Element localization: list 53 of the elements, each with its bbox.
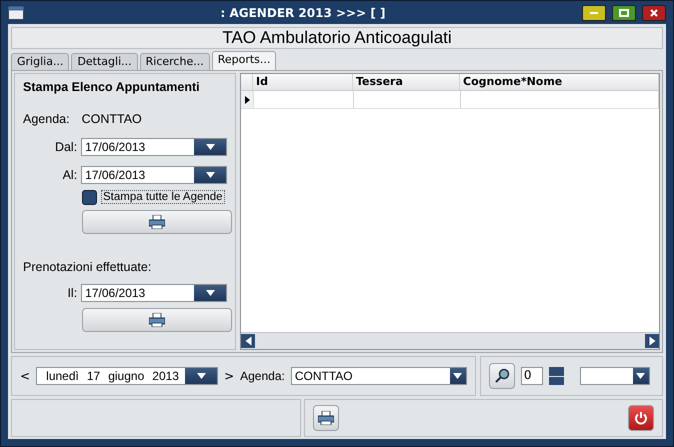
power-button[interactable] <box>628 405 654 431</box>
minimize-button[interactable] <box>582 4 606 20</box>
agenda-value: CONTTAO <box>82 112 142 126</box>
printer-icon <box>149 215 165 229</box>
checkbox-label: Stampa tutte le Agende <box>101 190 225 204</box>
caret-icon <box>196 373 206 379</box>
caret-icon <box>636 373 646 379</box>
panel-title: Stampa Elenco Appuntamenti <box>23 80 201 94</box>
close-button[interactable] <box>642 4 666 20</box>
search-button[interactable] <box>488 363 515 389</box>
minimize-icon <box>590 12 598 14</box>
maximize-button[interactable] <box>612 4 636 20</box>
spinner[interactable] <box>548 367 564 385</box>
next-button[interactable]: > <box>224 369 234 383</box>
search-icon <box>494 368 510 384</box>
horizontal-scrollbar[interactable] <box>241 332 659 349</box>
app-header: TAO Ambulatorio Anticoagulati <box>11 27 663 49</box>
caret-icon <box>206 144 214 150</box>
number-field[interactable]: 0 <box>520 367 543 385</box>
power-icon <box>634 411 648 425</box>
date-field[interactable]: 17/06/2013 <box>81 284 227 302</box>
to-label: Al: <box>62 168 78 182</box>
tab[interactable]: Ricerche... <box>140 53 210 70</box>
date-field[interactable]: 17/06/2013 <box>81 166 227 184</box>
date-label: Il: <box>66 286 78 300</box>
print-button[interactable] <box>313 405 339 431</box>
date-field[interactable]: 17/06/2013 <box>81 138 227 156</box>
dropdown[interactable] <box>580 367 650 385</box>
from-label: Dal: <box>54 140 78 154</box>
column-header[interactable]: Tessera <box>353 74 460 90</box>
previous-button[interactable]: < <box>20 369 30 383</box>
maximize-icon <box>619 8 629 16</box>
calendar-icon <box>8 6 24 20</box>
agenda-label: Agenda: <box>23 112 70 126</box>
agenda-label: Agenda: <box>240 369 285 383</box>
arrow-icon <box>649 336 655 346</box>
printer-icon <box>318 411 334 425</box>
date-field[interactable]: lunedì 17 giugno 2013 <box>36 367 218 385</box>
caret-icon <box>453 373 462 379</box>
tab[interactable]: Dettagli... <box>71 53 138 70</box>
printer-icon <box>149 313 165 327</box>
caret-icon <box>206 290 214 296</box>
checkbox[interactable] <box>82 190 97 204</box>
section-label: Prenotazioni effettuate: <box>23 260 152 274</box>
caret-icon <box>206 172 214 178</box>
window-title: : AGENDER 2013 >>> [ ] <box>220 6 386 20</box>
tab[interactable]: Griglia... <box>11 53 70 70</box>
arrow-icon <box>245 336 251 346</box>
column-header[interactable]: Cognome*Nome <box>460 74 659 90</box>
column-header[interactable]: Id <box>253 74 353 90</box>
agenda-dropdown[interactable]: CONTTAO <box>290 367 467 385</box>
tab[interactable]: Reports... <box>212 51 276 70</box>
close-icon <box>650 8 658 16</box>
